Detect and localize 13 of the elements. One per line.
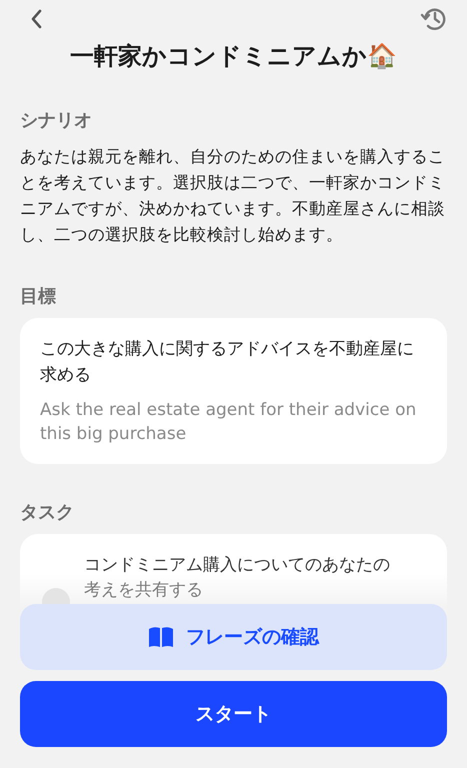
- section-heading: タスク: [20, 501, 75, 524]
- start-button[interactable]: スタート: [20, 681, 447, 747]
- task-text: 考えを共有する: [84, 579, 204, 602]
- book-icon: [148, 626, 174, 648]
- phrase-check-button[interactable]: フレーズの確認: [20, 604, 447, 670]
- goal-text: この大きな購入に関するアドバイスを不動産屋に求める: [40, 338, 415, 387]
- scenario-text: あなたは親元を離れ、自分のための住まいを購入することを考えています。選択肢は二つで、一軒家かコンドミニアムですが、決めかねています。不動産屋さんに相談し、二つの選択肢を比較検討し始めます。: [20, 146, 446, 246]
- section-heading: シナリオ: [20, 109, 93, 132]
- back-icon[interactable]: [30, 9, 42, 29]
- task-text: コンドミニアム購入についてのあなたの: [84, 554, 391, 577]
- goal-translation: Ask the real estate agent for their advice on this big purchase: [40, 399, 418, 446]
- section-heading: 目標: [20, 285, 57, 308]
- page-title: 一軒家かコンドミニアムか🏠: [69, 41, 398, 72]
